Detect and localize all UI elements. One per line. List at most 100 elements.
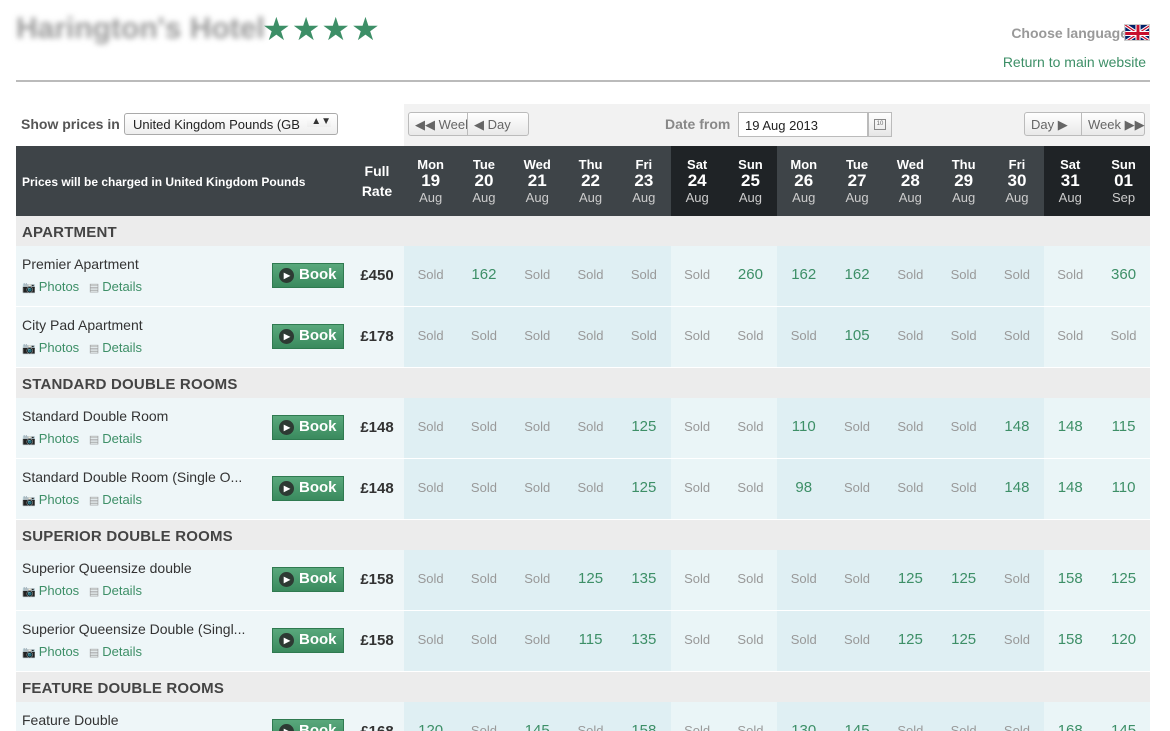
day-mon: Aug [898,190,922,205]
next-day-button[interactable]: Day ▶ [1024,112,1082,136]
uk-flag-icon[interactable] [1124,24,1150,41]
price-cell-available[interactable]: 162 [830,246,883,306]
day-num: 21 [527,171,547,190]
book-label: Book [299,266,337,283]
day-dow: Wed [896,157,924,172]
photos-link[interactable]: 📷 Photos [22,644,79,659]
photos-link[interactable]: 📷 Photos [22,492,79,507]
previous-week-button[interactable]: ◀◀ Week [408,112,472,136]
next-week-button[interactable]: Week ▶▶ [1081,112,1145,136]
book-button[interactable]: ▶ Book [272,263,344,288]
photos-label: Photos [38,431,80,446]
price-cell-available[interactable]: 110 [777,398,830,458]
day-mon: Aug [845,190,869,205]
price-cell-sold: Sold [670,702,724,731]
calendar-button[interactable]: 10 [868,112,892,137]
price-cell-available[interactable]: 158 [617,702,670,731]
price-cell-available[interactable]: 360 [1096,246,1151,306]
previous-day-button[interactable]: ◀ Day [467,112,529,136]
price-cell-available[interactable]: 125 [884,611,937,671]
return-to-main-website-link[interactable]: Return to main website [1003,54,1146,70]
room-links: 📷 Photos ▤ Details [22,492,148,507]
price-cell-sold: Sold [1003,328,1030,343]
price-cell-available[interactable]: 145 [511,702,564,731]
book-button[interactable]: ▶ Book [272,719,344,731]
room-name[interactable]: Standard Double Room (Single O... [22,469,262,485]
room-name[interactable]: Standard Double Room [22,408,262,424]
photos-link[interactable]: 📷 Photos [22,279,79,294]
full-rate-value: £148 [360,480,394,497]
price-cell-available[interactable]: 125 [1096,550,1151,610]
full-rate-value: £168 [350,723,404,731]
price-cell-available[interactable]: 148 [1043,459,1097,519]
photos-link[interactable]: 📷 Photos [22,340,79,355]
day-num: 27 [847,171,867,190]
price-cell-available[interactable]: 145 [830,702,883,731]
price-cell-available[interactable]: 158 [1043,611,1097,671]
price-cell-available[interactable]: 162 [777,246,830,306]
price-cell-available[interactable]: 125 [617,459,670,519]
book-button[interactable]: ▶ Book [272,476,344,501]
currency-select[interactable]: United Kingdom Pounds (GB ▲▼ [124,113,338,135]
document-icon: ▤ [88,647,100,659]
section-header: FEATURE DOUBLE ROOMS [16,672,1150,702]
room-name[interactable]: Feature Double [22,712,262,728]
details-label: Details [102,431,142,446]
price-cell-sold: Sold [897,723,924,731]
price-cell-available[interactable]: 125 [617,398,670,458]
price-cell-available[interactable]: 148 [990,398,1043,458]
price-cell-available[interactable]: 125 [937,550,990,610]
day-num: 28 [900,171,920,190]
price-cell-available[interactable]: 120 [404,702,457,731]
price-cell-available[interactable]: 145 [1096,702,1151,731]
photos-link[interactable]: 📷 Photos [22,583,79,598]
details-link[interactable]: ▤ Details [89,583,142,598]
price-cell-available[interactable]: 125 [937,611,990,671]
book-button[interactable]: ▶ Book [272,567,344,592]
day-dow: Thu [951,157,976,172]
price-cell-available[interactable]: 162 [457,246,510,306]
section-header: SUPERIOR DOUBLE ROOMS [16,520,1150,550]
price-cell-available[interactable]: 148 [990,459,1043,519]
price-cell-available[interactable]: 98 [777,459,830,519]
price-cell-available[interactable]: 130 [777,702,830,731]
room-name[interactable]: Superior Queensize double [22,560,262,576]
book-button[interactable]: ▶ Book [272,324,344,349]
price-cell-available[interactable]: 135 [617,550,670,610]
room-name[interactable]: Superior Queensize Double (Singl... [22,621,262,637]
details-link[interactable]: ▤ Details [89,644,142,659]
room-name[interactable]: Premier Apartment [22,256,262,272]
price-cell-sold: Sold [897,480,924,495]
price-cell-available[interactable]: 115 [1096,398,1151,458]
price-cell-available[interactable]: 260 [723,246,778,306]
price-cell-available[interactable]: 125 [884,550,937,610]
price-cell-available[interactable]: 110 [1096,459,1151,519]
room-name[interactable]: City Pad Apartment [22,317,262,333]
play-icon: ▶ [279,572,294,587]
price-cell-available[interactable]: 135 [617,611,670,671]
price-cell-available[interactable]: 168 [1043,702,1097,731]
price-cell-available[interactable]: 125 [564,550,617,610]
price-cell-available[interactable]: 120 [1096,611,1151,671]
details-link[interactable]: ▤ Details [89,492,142,507]
date-from-input[interactable]: 19 Aug 2013 [738,112,868,137]
price-cell-available[interactable]: 105 [830,307,883,367]
price-cell-available[interactable]: 115 [564,611,617,671]
details-link[interactable]: ▤ Details [89,279,142,294]
day-header: Thu 22 Aug [564,146,617,216]
price-cell-available[interactable]: 148 [1043,398,1097,458]
currency-note: Prices will be charged in United Kingdom… [22,175,306,189]
play-icon: ▶ [279,268,294,283]
details-link[interactable]: ▤ Details [89,431,142,446]
details-link[interactable]: ▤ Details [89,340,142,355]
book-button[interactable]: ▶ Book [272,628,344,653]
price-cell-sold: Sold [897,419,924,434]
day-num: 01 [1114,171,1133,190]
day-dow: Wed [523,157,551,172]
day-mon: Aug [472,190,496,205]
price-cell-sold: Sold [950,723,977,731]
book-button[interactable]: ▶ Book [272,415,344,440]
price-cell-available[interactable]: 158 [1043,550,1097,610]
photos-link[interactable]: 📷 Photos [22,431,79,446]
price-cell-sold: Sold [790,571,817,586]
